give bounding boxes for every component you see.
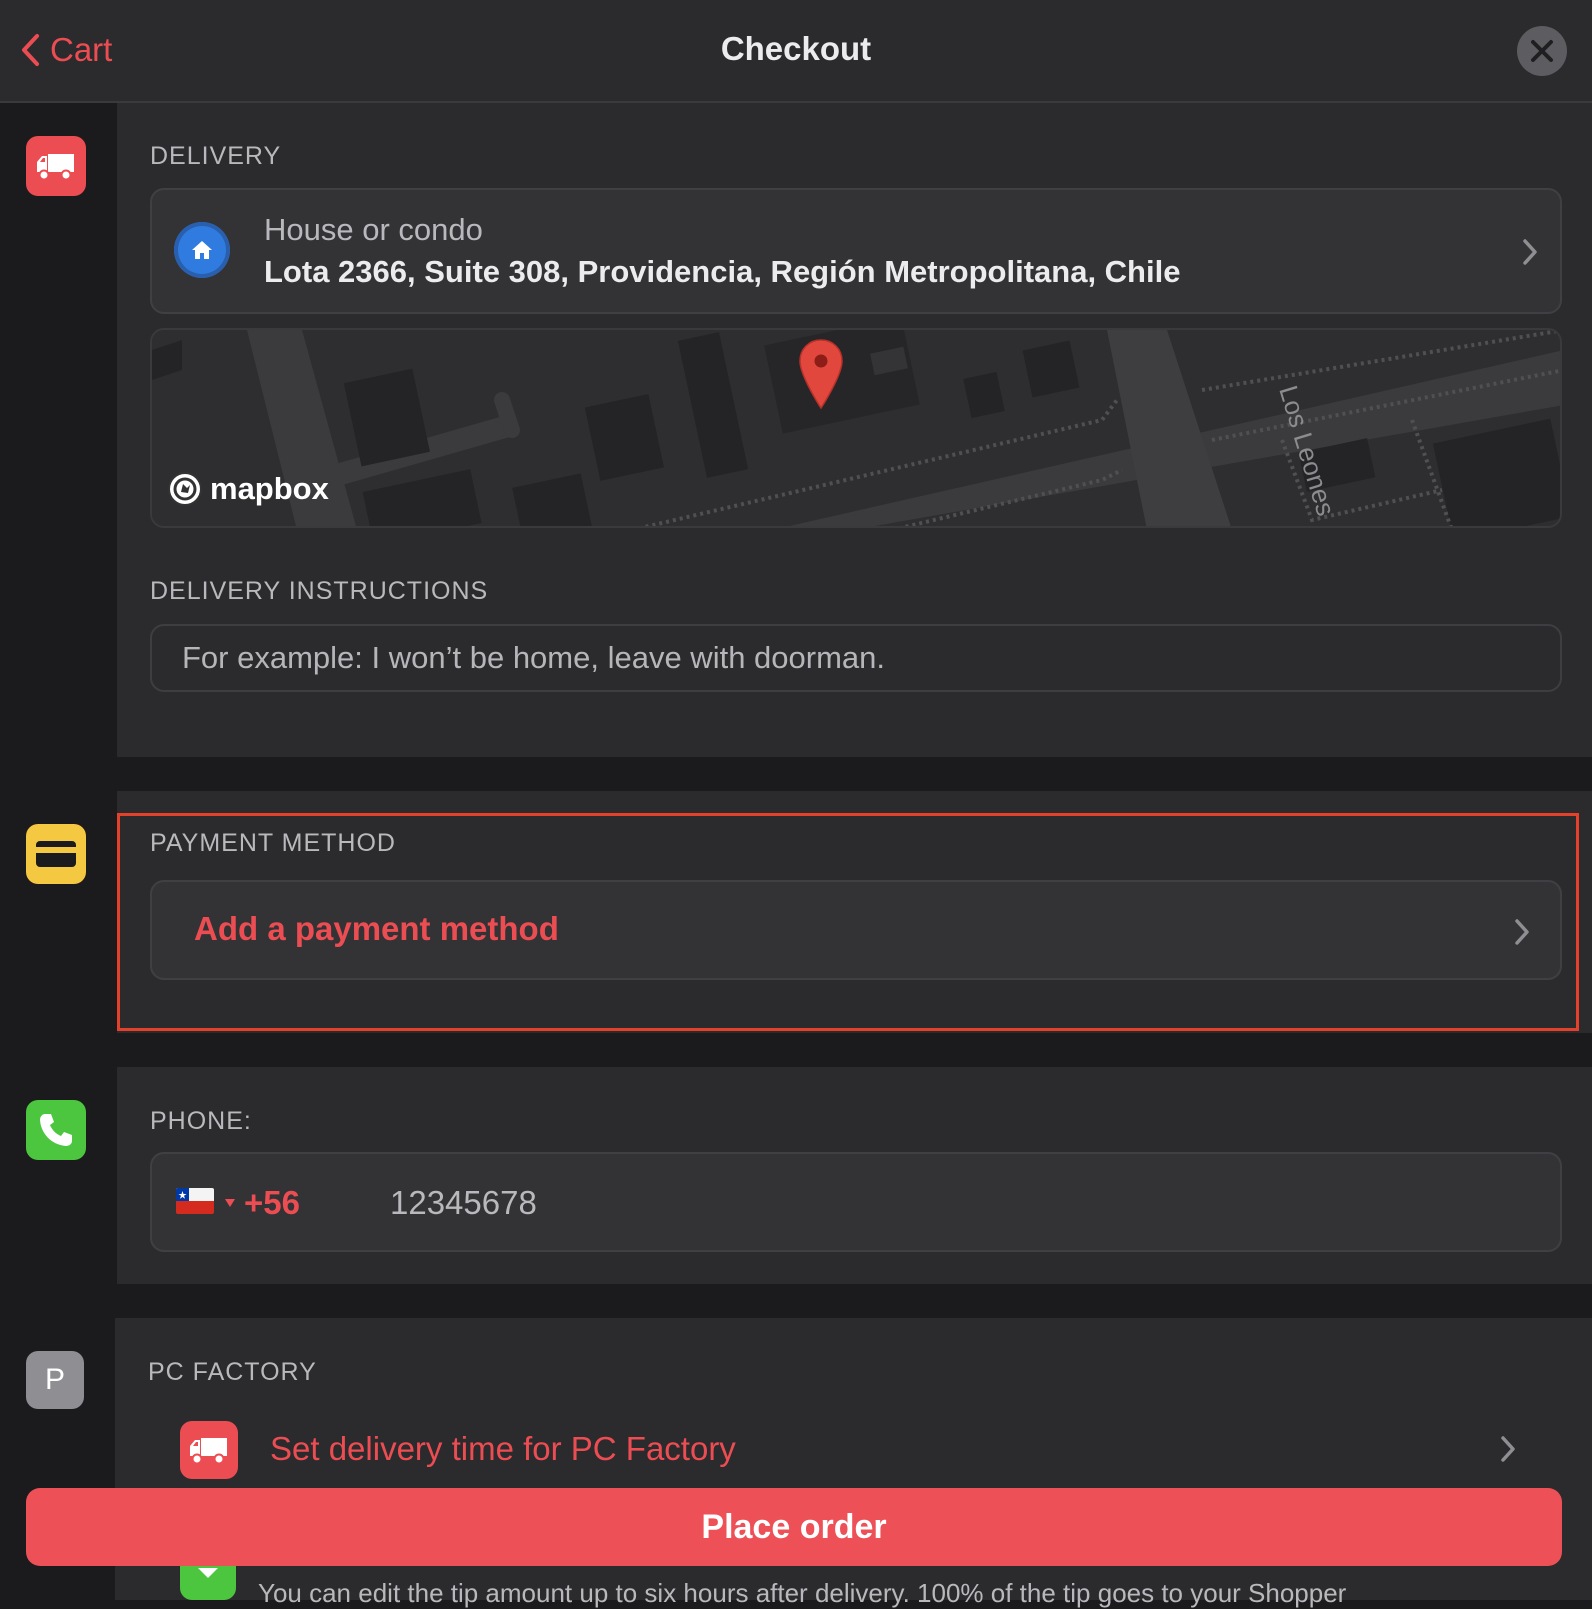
home-icon: [174, 222, 230, 278]
delivery-map[interactable]: Los Leones mapbox: [150, 328, 1562, 528]
phone-field: +56 12345678: [150, 1152, 1562, 1252]
map-pin-icon: [799, 339, 843, 410]
tip-icon: [180, 1560, 236, 1600]
chevron-right-icon: [1523, 239, 1537, 265]
mapbox-logo-icon: [168, 472, 202, 506]
place-order-button[interactable]: Place order: [26, 1488, 1562, 1566]
delivery-instructions-label: DELIVERY INSTRUCTIONS: [150, 577, 489, 605]
delivery-instructions-input[interactable]: [150, 624, 1562, 692]
phone-label: PHONE:: [150, 1107, 252, 1135]
truck-icon: [180, 1421, 238, 1479]
mapbox-attribution[interactable]: mapbox: [166, 470, 329, 508]
page-title: Checkout: [720, 30, 872, 67]
close-icon: [1531, 40, 1553, 62]
vendor-avatar: P: [26, 1351, 84, 1409]
delivery-address-card[interactable]: House or condo Lota 2366, Suite 308, Pro…: [150, 188, 1562, 314]
add-payment-method-label: Add a payment method: [194, 910, 559, 947]
payment-method-label: PAYMENT METHOD: [150, 829, 396, 857]
address-type: House or condo: [264, 212, 483, 247]
mapbox-label: mapbox: [210, 471, 329, 506]
set-delivery-time-label: Set delivery time for PC Factory: [270, 1430, 736, 1467]
country-code[interactable]: +56: [244, 1184, 300, 1222]
chevron-right-icon: [1515, 919, 1529, 945]
close-button[interactable]: [1517, 26, 1567, 76]
vendor-name-label: PC FACTORY: [148, 1358, 317, 1386]
phone-section: PHONE: +56 12345678: [0, 1067, 1592, 1284]
phone-icon: [26, 1100, 86, 1160]
tip-note: You can edit the tip amount up to six ho…: [258, 1578, 1347, 1608]
dropdown-triangle-icon[interactable]: [224, 1198, 236, 1208]
credit-card-icon: [26, 824, 86, 884]
payment-section: PAYMENT METHOD Add a payment method: [0, 791, 1592, 1033]
chile-flag-icon[interactable]: [176, 1188, 214, 1214]
chevron-right-icon: [1501, 1436, 1515, 1462]
truck-icon: [26, 136, 86, 196]
delivery-label: DELIVERY: [150, 142, 282, 170]
add-payment-method-button[interactable]: Add a payment method: [150, 880, 1562, 980]
phone-number-input[interactable]: 12345678: [390, 1184, 537, 1222]
address-text: Lota 2366, Suite 308, Providencia, Regió…: [264, 254, 1181, 289]
